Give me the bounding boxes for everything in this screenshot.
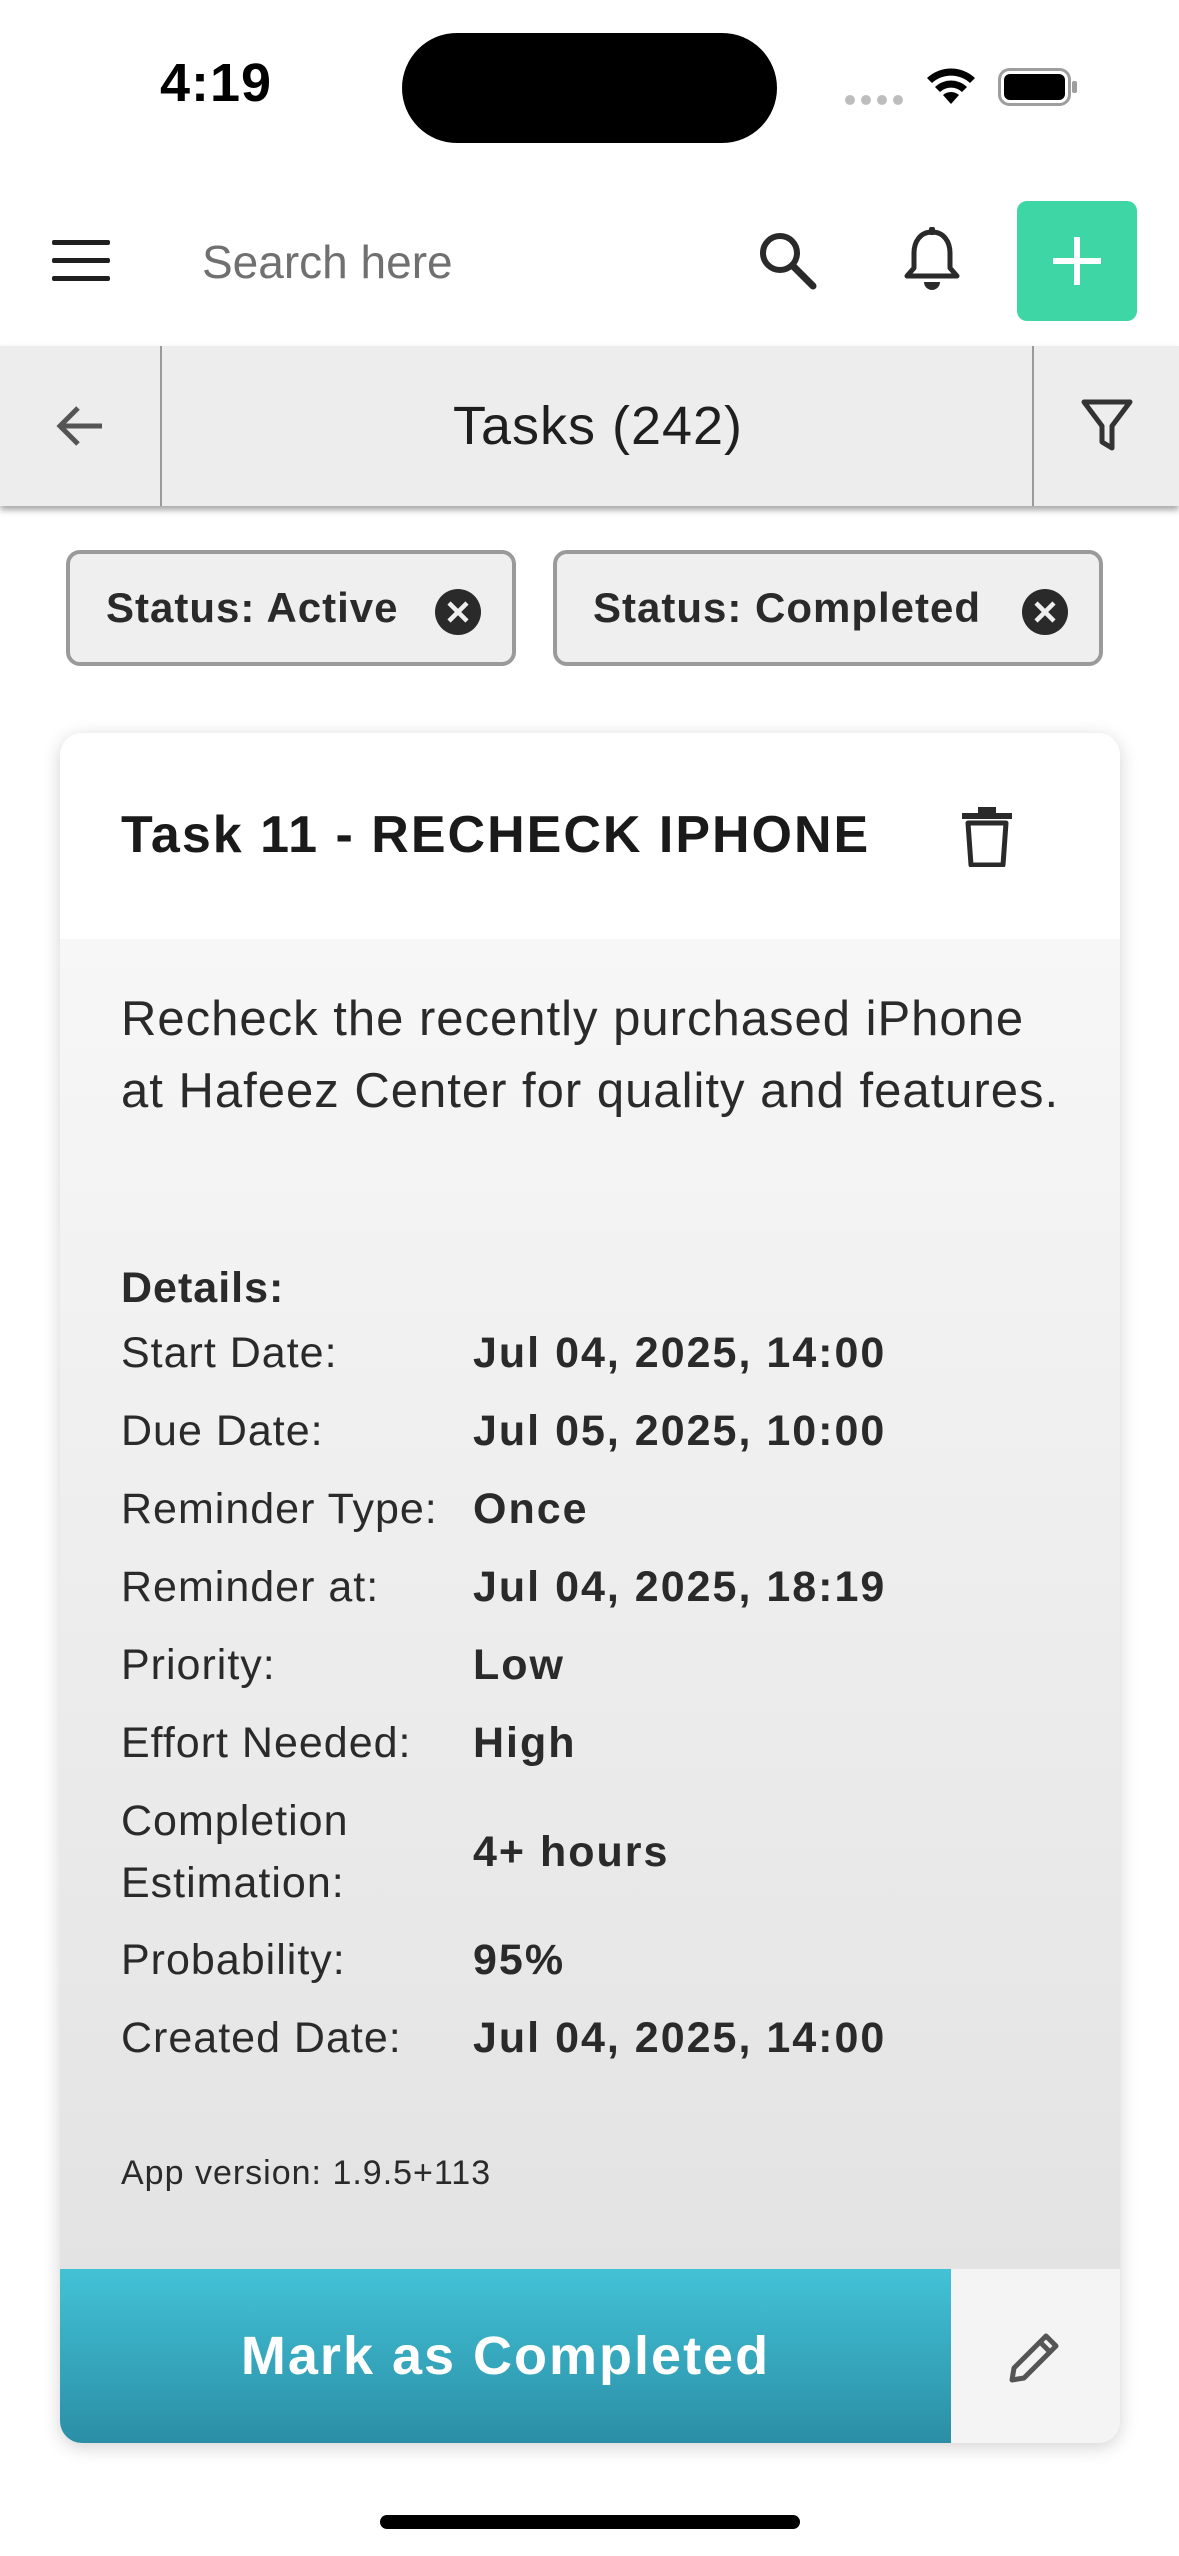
- plus-icon: [1053, 237, 1101, 285]
- task-card-header: Task 11 - RECHECK IPHONE: [60, 733, 1120, 940]
- wifi-icon: [927, 68, 975, 104]
- page-title: Tasks (242): [452, 396, 744, 456]
- status-bar: 4:19: [0, 0, 1179, 176]
- detail-value-reminder-at: Jul 04, 2025, 18:19: [473, 1563, 887, 1611]
- bell-icon[interactable]: [902, 226, 962, 292]
- dynamic-island: [402, 33, 777, 143]
- detail-label-start-date: Start Date:: [121, 1329, 338, 1377]
- mark-as-completed-button[interactable]: Mark as Completed: [60, 2269, 951, 2443]
- close-circle-icon[interactable]: [1021, 588, 1069, 636]
- status-time: 4:19: [160, 53, 273, 113]
- detail-value-priority: Low: [473, 1641, 565, 1689]
- filter-chip-status-active[interactable]: Status: Active: [66, 550, 516, 666]
- close-circle-icon[interactable]: [434, 588, 482, 636]
- detail-value-probability: 95%: [473, 1936, 566, 1984]
- chip-label: Status: Active: [106, 584, 399, 631]
- chip-label: Status: Completed: [593, 584, 982, 631]
- filter-chip-status-completed[interactable]: Status: Completed: [553, 550, 1103, 666]
- filter-icon: [1081, 399, 1132, 451]
- detail-value-start-date: Jul 04, 2025, 14:00: [473, 1329, 887, 1377]
- detail-value-reminder-type: Once: [473, 1485, 589, 1533]
- detail-label-reminder-at: Reminder at:: [121, 1563, 380, 1611]
- detail-label-completion-estimation: Completion Estimation:: [121, 1797, 349, 1907]
- detail-label-reminder-type: Reminder Type:: [121, 1485, 438, 1533]
- detail-label-effort-needed: Effort Needed:: [121, 1719, 412, 1767]
- detail-label-created-date: Created Date:: [121, 2014, 402, 2062]
- task-description: Recheck the recently purchased iPhone at…: [121, 992, 1060, 1118]
- battery-icon: [998, 68, 1077, 106]
- filter-button[interactable]: [1032, 346, 1179, 506]
- arrow-left-icon: [56, 406, 102, 446]
- page-title-bar: Tasks (242): [0, 346, 1179, 506]
- search-input[interactable]: [200, 216, 724, 308]
- detail-value-completion-estimation: 4+ hours: [473, 1828, 670, 1876]
- pencil-icon: [1009, 2333, 1058, 2383]
- home-indicator: [380, 2515, 800, 2529]
- edit-task-button[interactable]: [951, 2269, 1120, 2443]
- detail-label-probability: Probability:: [121, 1936, 346, 1984]
- back-button[interactable]: [0, 346, 162, 506]
- mark-as-completed-label: Mark as Completed: [240, 2326, 771, 2386]
- detail-value-created-date: Jul 04, 2025, 14:00: [473, 2014, 887, 2062]
- add-task-button[interactable]: [1017, 201, 1137, 321]
- task-card-body: Recheck the recently purchased iPhone at…: [60, 939, 1120, 2269]
- app-header: [0, 176, 1179, 346]
- menu-icon[interactable]: [52, 240, 110, 284]
- app-version-text: App version: 1.9.5+113: [121, 2154, 492, 2192]
- details-heading: Details:: [121, 1264, 285, 1312]
- search-icon[interactable]: [755, 228, 819, 292]
- cellular-signal-icon: [845, 95, 905, 105]
- task-card: Task 11 - RECHECK IPHONE Recheck the rec…: [60, 733, 1120, 2443]
- detail-label-priority: Priority:: [121, 1641, 276, 1689]
- trash-icon[interactable]: [960, 805, 1014, 867]
- task-title: Task 11 - RECHECK IPHONE: [121, 806, 871, 864]
- detail-value-effort-needed: High: [473, 1719, 577, 1767]
- detail-label-due-date: Due Date:: [121, 1407, 324, 1455]
- detail-value-due-date: Jul 05, 2025, 10:00: [473, 1407, 887, 1455]
